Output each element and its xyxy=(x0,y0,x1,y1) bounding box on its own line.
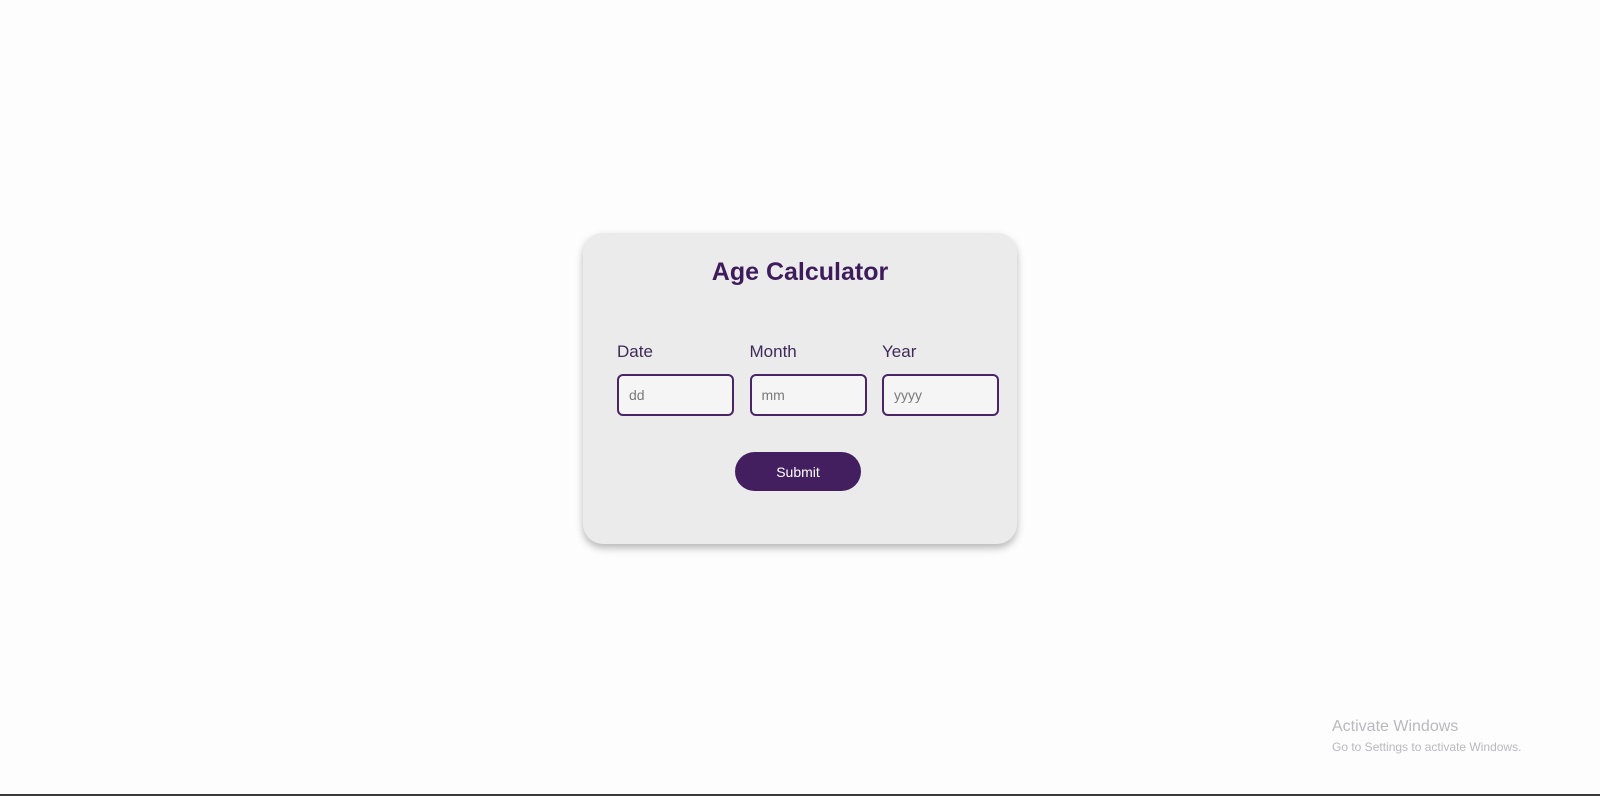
watermark-subtitle: Go to Settings to activate Windows. xyxy=(1332,740,1522,754)
month-field-group: Month xyxy=(749,342,867,416)
date-field-group: Date xyxy=(617,342,734,416)
date-label: Date xyxy=(617,342,653,361)
activate-windows-watermark: Activate Windows Go to Settings to activ… xyxy=(1332,717,1521,755)
date-input[interactable] xyxy=(617,374,734,416)
card-title: Age Calculator xyxy=(711,258,889,286)
month-input[interactable] xyxy=(749,374,867,416)
date-fields: Date Month Year xyxy=(617,342,999,416)
submit-button[interactable]: Submit xyxy=(735,452,861,491)
year-label: Year xyxy=(882,342,917,361)
month-label: Month xyxy=(749,342,797,361)
year-field-group: Year xyxy=(882,342,999,416)
watermark-title: Activate Windows xyxy=(1332,718,1459,735)
page: Age Calculator Date Month Year Submit Ac… xyxy=(0,0,1600,796)
age-calculator-card: Age Calculator Date Month Year Submit xyxy=(583,233,1017,544)
year-input[interactable] xyxy=(882,374,999,416)
